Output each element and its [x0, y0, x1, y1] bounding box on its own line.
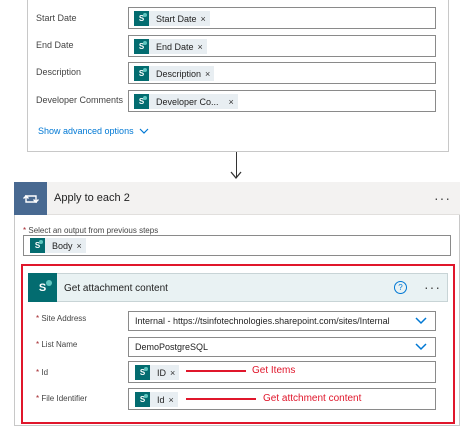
start-date-input[interactable]: S Start Date ×: [128, 7, 436, 29]
close-icon[interactable]: ×: [198, 42, 207, 52]
end-date-input[interactable]: S End Date ×: [128, 35, 436, 57]
developer-comments-input[interactable]: S Developer Co... ×: [128, 90, 436, 112]
annotation-line-get-items: [186, 370, 246, 372]
annotation-line-get-attachment: [186, 398, 256, 400]
select-output-input[interactable]: S Body ×: [23, 235, 451, 256]
dynamic-token-id[interactable]: S ID ×: [135, 365, 180, 380]
dynamic-token-developer-comments[interactable]: S Developer Co... ×: [134, 94, 238, 109]
site-address-label: * Site Address: [36, 314, 87, 323]
annotation-get-items: Get Items: [252, 365, 296, 376]
close-icon[interactable]: ×: [205, 69, 214, 79]
description-input[interactable]: S Description ×: [128, 62, 436, 84]
dynamic-token-file-id[interactable]: S Id ×: [135, 392, 178, 407]
chevron-down-icon: [139, 128, 149, 134]
id-label: * Id: [36, 368, 49, 377]
field-label-end-date: End Date: [36, 40, 74, 50]
sharepoint-icon: S: [30, 238, 45, 253]
sharepoint-icon: S: [134, 66, 149, 81]
chevron-down-icon: [415, 317, 427, 325]
dynamic-token-description[interactable]: S Description ×: [134, 66, 215, 81]
close-icon[interactable]: ×: [77, 241, 86, 251]
field-label-developer-comments: Developer Comments: [36, 95, 124, 105]
sharepoint-icon: S: [135, 392, 150, 407]
more-options-icon[interactable]: ···: [424, 279, 441, 295]
loop-icon: [14, 182, 47, 215]
sharepoint-icon: S: [134, 94, 149, 109]
field-label-description: Description: [36, 67, 82, 77]
close-icon[interactable]: ×: [170, 368, 179, 378]
close-icon[interactable]: ×: [223, 97, 238, 107]
help-icon[interactable]: ?: [394, 281, 407, 294]
apply-to-each-title: Apply to each 2: [54, 192, 130, 204]
get-attachment-title: Get attachment content: [64, 283, 168, 294]
select-output-label: * Select an output from previous steps: [23, 226, 159, 235]
sharepoint-icon: S: [134, 11, 149, 26]
close-icon[interactable]: ×: [201, 14, 210, 24]
dynamic-token-start-date[interactable]: S Start Date ×: [134, 11, 210, 26]
sharepoint-icon: S: [28, 273, 57, 302]
dynamic-token-body[interactable]: S Body ×: [30, 238, 86, 253]
field-label-start-date: Start Date: [36, 13, 77, 23]
close-icon[interactable]: ×: [169, 395, 178, 405]
chevron-down-icon: [415, 343, 427, 351]
dynamic-token-end-date[interactable]: S End Date ×: [134, 39, 207, 54]
site-address-dropdown[interactable]: Internal - https://tsinfotechnologies.sh…: [128, 311, 436, 331]
annotation-get-attachment: Get attchment content: [263, 393, 362, 404]
more-options-icon[interactable]: ···: [434, 190, 451, 206]
show-advanced-options-link[interactable]: Show advanced options: [38, 126, 149, 136]
list-name-dropdown[interactable]: DemoPostgreSQL: [128, 337, 436, 357]
sharepoint-icon: S: [135, 365, 150, 380]
file-identifier-label: * File Identifier: [36, 394, 88, 403]
arrow-down-icon: [230, 171, 242, 180]
list-name-label: * List Name: [36, 340, 78, 349]
sharepoint-icon: S: [134, 39, 149, 54]
